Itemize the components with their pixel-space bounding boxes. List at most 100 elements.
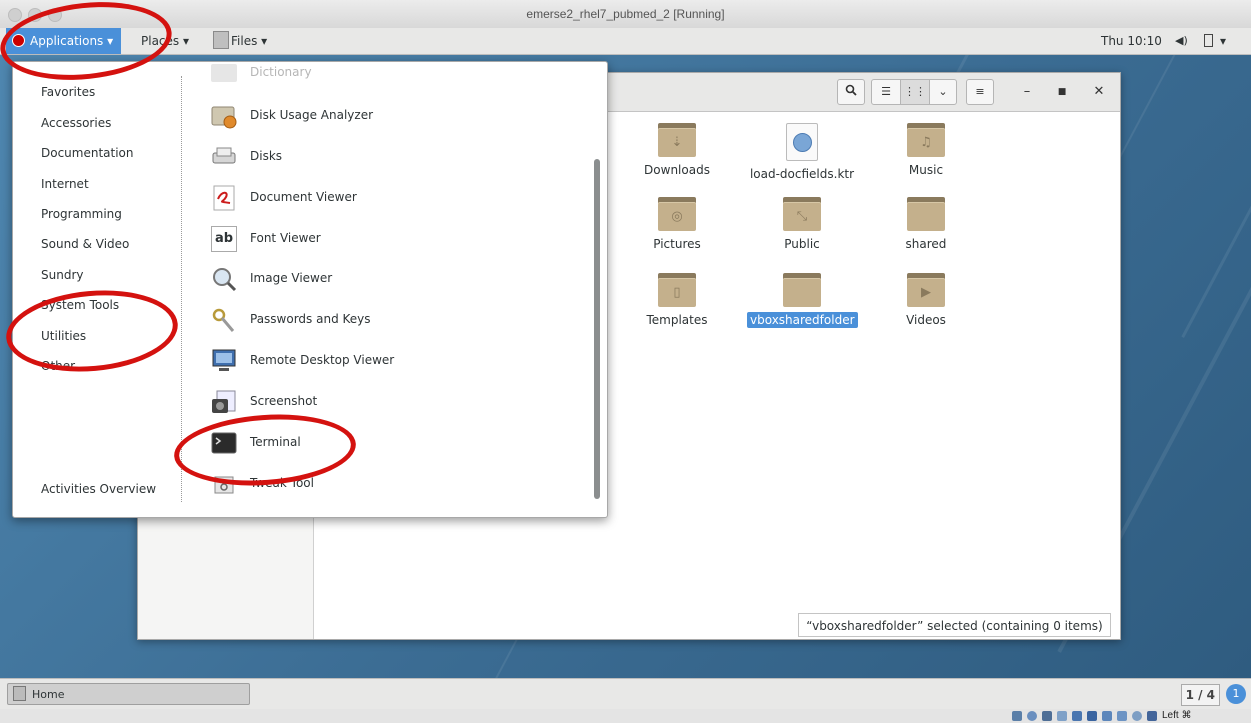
zoom-window-button[interactable] [48, 8, 62, 22]
category-utilities[interactable]: Utilities [41, 329, 86, 343]
audio-icon[interactable] [1042, 711, 1052, 721]
file-item-templates[interactable]: ▯ Templates [622, 273, 732, 327]
menu-divider [181, 76, 182, 502]
templates-folder-icon: ▯ [658, 273, 696, 307]
search-button[interactable] [837, 79, 865, 105]
file-item-shared[interactable]: shared [871, 197, 981, 251]
app-disk-usage-analyzer[interactable]: Disk Usage Analyzer [211, 100, 373, 130]
view-options-button[interactable]: ⌄ [929, 79, 957, 105]
chevron-down-icon: ⌄ [938, 85, 948, 98]
cpu-icon[interactable] [1132, 711, 1142, 721]
document-viewer-icon [211, 185, 237, 211]
file-item-pictures[interactable]: ◎ Pictures [622, 197, 732, 251]
category-accessories[interactable]: Accessories [41, 116, 111, 130]
applications-menu: Favorites Accessories Documentation Inte… [12, 61, 608, 518]
mouse-integration-icon[interactable] [1147, 711, 1157, 721]
volume-icon[interactable]: ◀) [1175, 28, 1188, 54]
minimize-icon: – [1023, 84, 1031, 99]
public-folder-icon: ⤡ [783, 197, 821, 231]
workspace-indicator[interactable]: 1 / 4 [1180, 684, 1220, 706]
category-sound-video[interactable]: Sound & Video [41, 237, 129, 251]
category-documentation[interactable]: Documentation [41, 146, 134, 160]
terminal-icon [211, 430, 237, 456]
minimize-window-button[interactable] [28, 8, 42, 22]
optical-drive-icon[interactable] [1027, 711, 1037, 721]
pictures-folder-icon: ◎ [658, 197, 696, 231]
music-folder-icon: ♫ [907, 123, 945, 157]
activities-overview[interactable]: Activities Overview [41, 482, 156, 496]
applications-menu-button[interactable]: Applications ▾ [6, 28, 122, 54]
menu-scrollbar[interactable] [594, 159, 600, 499]
vm-status-bar: Left ⌘ [0, 709, 1251, 723]
file-item-music[interactable]: ♫ Music [871, 123, 981, 177]
image-viewer-icon [211, 266, 237, 292]
app-image-viewer[interactable]: Image Viewer [211, 263, 332, 293]
videos-folder-icon: ▶ [907, 273, 945, 307]
font-viewer-icon: ab [211, 225, 237, 252]
app-menu-button[interactable]: ≡ [966, 79, 994, 105]
category-programming[interactable]: Programming [41, 207, 122, 221]
shared-folders-icon[interactable] [1087, 711, 1097, 721]
app-screenshot[interactable]: Screenshot [211, 386, 317, 416]
network-icon[interactable] [1072, 711, 1082, 721]
hamburger-icon: ≡ [975, 85, 985, 98]
app-passwords-and-keys[interactable]: Passwords and Keys [211, 304, 371, 334]
list-view-button[interactable]: ☰ [871, 79, 901, 105]
system-status-menu[interactable]: ▾ [1204, 28, 1226, 54]
app-terminal[interactable]: Terminal [211, 427, 301, 457]
web-document-icon [786, 123, 818, 161]
minimize-button[interactable]: – [1017, 81, 1037, 103]
app-font-viewer[interactable]: ab Font Viewer [211, 223, 321, 253]
disks-icon [211, 144, 237, 170]
file-cabinet-icon [13, 686, 26, 701]
key-icon [211, 307, 237, 333]
remote-desktop-icon [211, 348, 237, 374]
vm-window-titlebar: emerse2_rhel7_pubmed_2 [Running] [0, 0, 1251, 29]
file-item-videos[interactable]: ▶ Videos [871, 273, 981, 327]
category-other[interactable]: Other [41, 359, 75, 373]
category-sundry[interactable]: Sundry [41, 268, 83, 282]
battery-icon [1204, 34, 1213, 47]
file-item-public[interactable]: ⤡ Public [747, 197, 857, 251]
files-app-menu-button[interactable]: Files ▾ [213, 28, 267, 54]
search-icon [845, 84, 857, 96]
file-item-downloads[interactable]: ⇣ Downloads [622, 123, 732, 177]
category-favorites[interactable]: Favorites [41, 85, 95, 99]
file-item-load-docfields[interactable]: load-docfields.ktr [747, 123, 857, 181]
video-capture-icon[interactable] [1117, 711, 1127, 721]
grid-view-button[interactable]: ⋮⋮ [900, 79, 930, 105]
category-internet[interactable]: Internet [41, 177, 89, 191]
selection-status-bar: “vboxsharedfolder” selected (containing … [798, 613, 1111, 637]
close-window-button[interactable] [8, 8, 22, 22]
folder-icon [783, 273, 821, 307]
app-tweak-tool[interactable]: Tweak Tool [211, 468, 314, 498]
dictionary-icon [211, 63, 237, 82]
message-tray-button[interactable]: 1 [1226, 684, 1246, 704]
maximize-button[interactable]: ■ [1052, 81, 1072, 103]
clock[interactable]: Thu 10:10 [1101, 28, 1162, 54]
download-folder-icon: ⇣ [658, 123, 696, 157]
file-item-vboxsharedfolder[interactable]: vboxsharedfolder [747, 273, 858, 328]
app-document-viewer[interactable]: Document Viewer [211, 182, 357, 212]
tweak-tool-icon [211, 471, 237, 497]
window-list-bar: Home 1 / 4 1 [0, 678, 1251, 709]
usb-icon[interactable] [1057, 711, 1067, 721]
host-key-label: Left ⌘ [1162, 710, 1192, 721]
gnome-top-bar: Applications ▾ Places ▾ Files ▾ Thu 10:1… [0, 28, 1251, 55]
folder-icon [907, 197, 945, 231]
places-menu-button[interactable]: Places ▾ [141, 28, 189, 54]
app-dictionary[interactable]: Dictionary [211, 62, 312, 82]
vm-window-title: emerse2_rhel7_pubmed_2 [Running] [526, 7, 725, 21]
maximize-icon: ■ [1057, 87, 1067, 97]
category-system-tools[interactable]: System Tools [41, 298, 119, 312]
grid-view-icon: ⋮⋮ [904, 85, 926, 98]
app-remote-desktop-viewer[interactable]: Remote Desktop Viewer [211, 345, 394, 375]
disk-usage-icon [211, 103, 237, 129]
close-button[interactable]: ✕ [1089, 81, 1109, 103]
display-icon[interactable] [1102, 711, 1112, 721]
camera-icon [211, 389, 237, 415]
close-icon: ✕ [1093, 84, 1105, 99]
app-disks[interactable]: Disks [211, 141, 282, 171]
taskbar-item-home[interactable]: Home [7, 683, 250, 705]
hard-disk-icon[interactable] [1012, 711, 1022, 721]
